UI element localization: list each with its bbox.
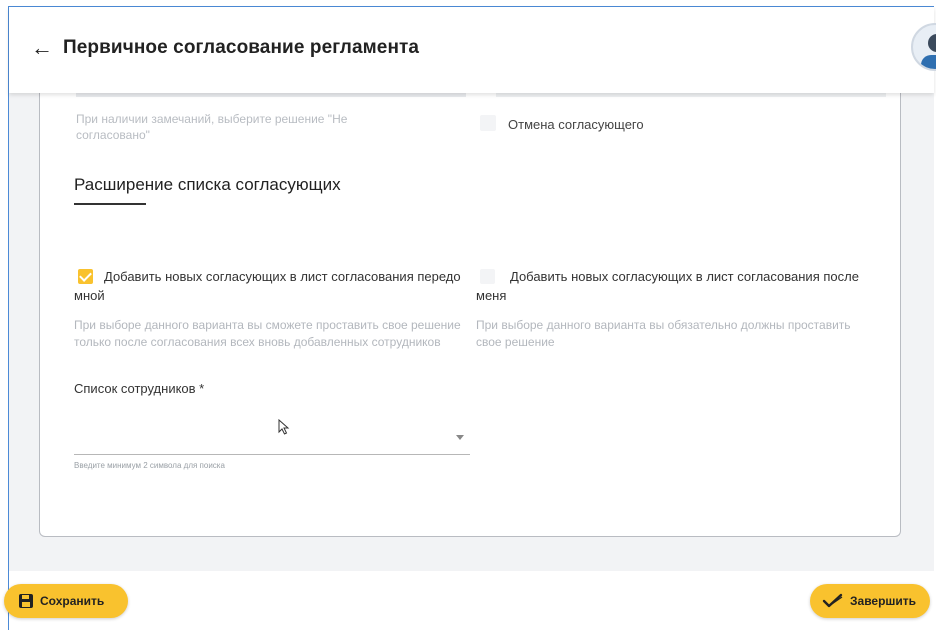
faded-field-underline [496, 93, 886, 97]
employees-field-label: Список сотрудников * [74, 381, 205, 396]
mouse-cursor-icon [278, 419, 290, 435]
back-arrow-icon[interactable]: ← [31, 35, 53, 61]
finish-button-label: Завершить [850, 594, 917, 608]
content-area: При наличии замечаний, выберите решение … [9, 93, 934, 630]
cancel-approver-label: Отмена согласующего [508, 117, 644, 132]
employees-field-hint: Введите минимум 2 символа для поиска [74, 461, 225, 470]
add-after-me-hint: При выборе данного варианта вы обязатель… [476, 318, 851, 349]
employees-select[interactable] [74, 415, 470, 455]
save-button[interactable]: Сохранить [4, 584, 128, 618]
section-underline [74, 203, 146, 205]
page-title: Первичное согласование регламента [63, 37, 420, 58]
checkmark-pen-icon [822, 593, 844, 609]
finish-button[interactable]: Завершить [810, 584, 930, 618]
add-after-me-label[interactable]: Добавить новых согласующих в лист соглас… [476, 267, 886, 305]
floppy-disk-icon [18, 593, 34, 609]
avatar[interactable] [911, 23, 936, 71]
add-before-me-hint: При выборе данного варианта вы сможете п… [74, 318, 461, 349]
dropdown-caret-icon[interactable] [456, 435, 464, 440]
user-avatar-icon [921, 34, 936, 69]
page-header: ← Первичное согласование регламента [9, 7, 936, 93]
app-window: ← Первичное согласование регламента При … [8, 6, 936, 630]
cancel-approver-checkbox[interactable] [480, 115, 496, 131]
section-title: Расширение списка согласующих [74, 175, 341, 194]
add-before-me-label[interactable]: Добавить новых согласующих в лист соглас… [74, 267, 474, 305]
form-card: При наличии замечаний, выберите решение … [39, 93, 901, 537]
decision-hint: При наличии замечаний, выберите решение … [76, 112, 348, 142]
bottom-strip [9, 571, 934, 630]
faded-field-underline [76, 93, 466, 97]
save-button-label: Сохранить [40, 594, 105, 608]
